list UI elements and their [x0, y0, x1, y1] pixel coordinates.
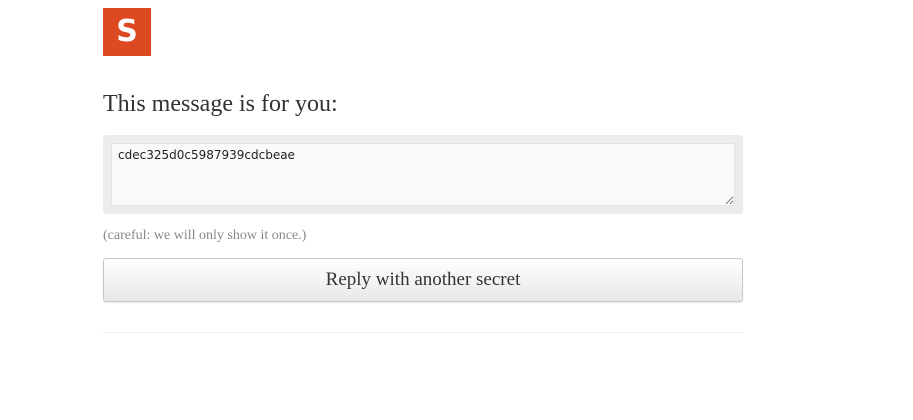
- caution-note: (careful: we will only show it once.): [103, 228, 307, 243]
- page-title: This message is for you:: [103, 91, 338, 117]
- main-container: S This message is for you: cdec325d0c598…: [103, 8, 743, 333]
- logo[interactable]: S: [103, 8, 151, 56]
- secret-container: cdec325d0c5987939cdcbeae: [103, 135, 743, 214]
- logo-letter: S: [116, 14, 138, 49]
- divider: [103, 332, 743, 333]
- secret-textarea[interactable]: cdec325d0c5987939cdcbeae: [111, 143, 735, 206]
- reply-button[interactable]: Reply with another secret: [103, 258, 743, 302]
